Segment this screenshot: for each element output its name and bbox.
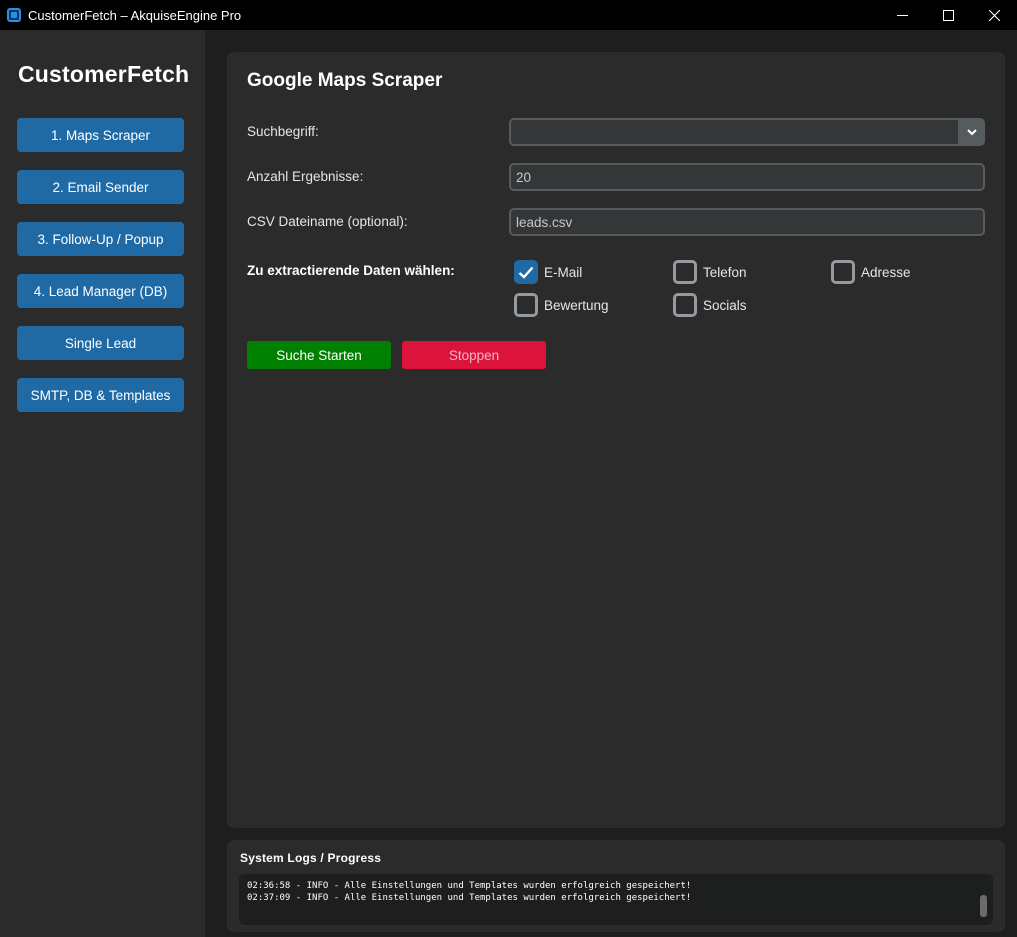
nav-follow-up-button[interactable]: 3. Follow-Up / Popup [17,222,184,256]
log-panel: System Logs / Progress 02:36:58 - INFO -… [227,840,1005,932]
app-icon [7,8,21,22]
nav-settings-button[interactable]: SMTP, DB & Templates [17,378,184,412]
brand-title: CustomerFetch [18,61,190,87]
search-combobox[interactable] [509,118,985,146]
checkbox-label: Bewertung [544,297,609,313]
checkbox-label: Telefon [703,264,747,280]
checkbox-bewertung[interactable]: Bewertung [514,293,609,317]
checkbox-label: Socials [703,297,747,313]
csv-label: CSV Dateiname (optional): [247,214,408,229]
checkbox-box[interactable] [673,260,697,284]
nav-email-sender-button[interactable]: 2. Email Sender [17,170,184,204]
checkbox-telefon[interactable]: Telefon [673,260,747,284]
minimize-icon [896,14,908,16]
count-input[interactable]: 20 [509,163,985,191]
close-icon [988,9,1000,21]
nav-lead-manager-button[interactable]: 4. Lead Manager (DB) [17,274,184,308]
checkbox-box[interactable] [514,293,538,317]
dropdown-button[interactable] [958,118,985,146]
page-title: Google Maps Scraper [247,70,443,91]
log-textbox[interactable]: 02:36:58 - INFO - Alle Einstellungen und… [239,874,993,925]
start-search-button[interactable]: Suche Starten [247,341,391,369]
log-title: System Logs / Progress [240,851,382,865]
checkbox-adresse[interactable]: Adresse [831,260,911,284]
title-bar: CustomerFetch – AkquiseEngine Pro [0,0,1017,30]
log-line: 02:37:09 - INFO - Alle Einstellungen und… [247,893,692,903]
checkbox-email[interactable]: E-Mail [514,260,582,284]
nav-single-lead-button[interactable]: Single Lead [17,326,184,360]
checkmark-icon [518,266,534,279]
checkbox-box[interactable] [673,293,697,317]
count-label: Anzahl Ergebnisse: [247,169,364,184]
checkbox-label: E-Mail [544,264,583,280]
checkbox-box[interactable] [514,260,538,284]
log-scrollbar[interactable] [980,895,987,917]
checkbox-socials[interactable]: Socials [673,293,747,317]
data-selection-label: Zu extractierende Daten wählen: [247,263,455,278]
csv-filename-input[interactable]: leads.csv [509,208,985,236]
window-controls [879,0,1017,30]
checkbox-box[interactable] [831,260,855,284]
sidebar: CustomerFetch 1. Maps Scraper 2. Email S… [0,30,205,937]
log-line: 02:36:58 - INFO - Alle Einstellungen und… [247,881,692,891]
minimize-button[interactable] [879,0,925,30]
window-title: CustomerFetch – AkquiseEngine Pro [28,7,242,23]
search-label: Suchbegriff: [247,124,319,139]
checkbox-label: Adresse [861,264,911,280]
maps-scraper-panel: Google Maps Scraper Suchbegriff: Anzahl … [227,52,1005,828]
nav-maps-scraper-button[interactable]: 1. Maps Scraper [17,118,184,152]
stop-button[interactable]: Stoppen [402,341,546,369]
csv-value: leads.csv [516,214,573,230]
maximize-icon [942,9,954,21]
count-value: 20 [516,169,532,185]
close-button[interactable] [971,0,1017,30]
chevron-down-icon [966,128,977,135]
maximize-button[interactable] [925,0,971,30]
